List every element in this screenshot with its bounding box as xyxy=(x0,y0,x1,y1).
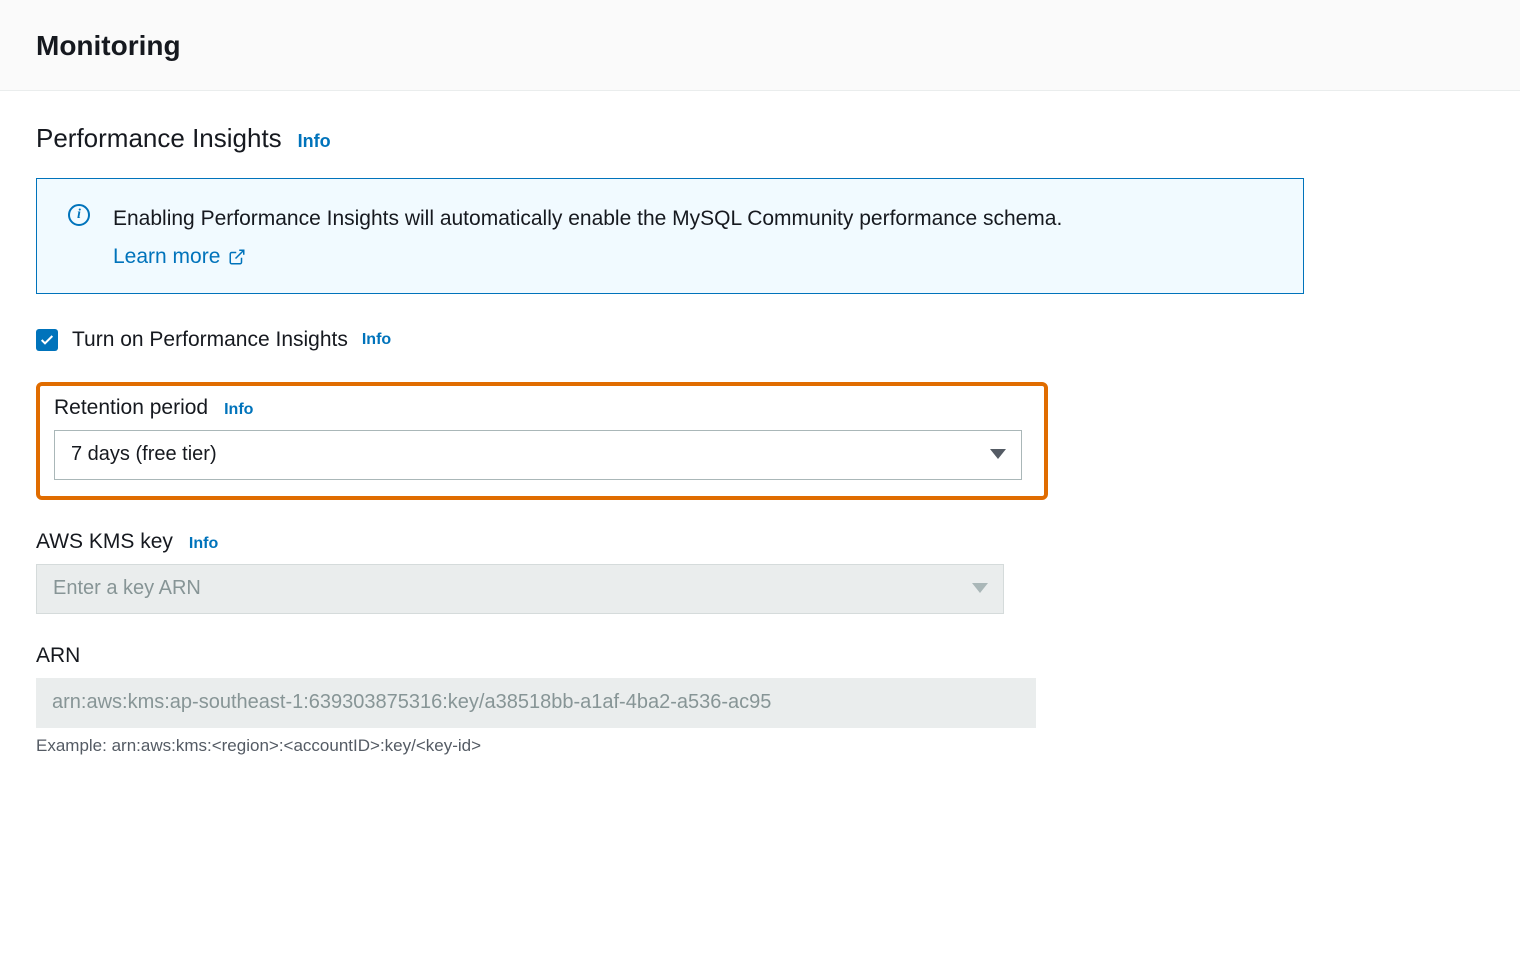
section-title: Performance Insights xyxy=(36,123,282,154)
arn-input[interactable]: arn:aws:kms:ap-southeast-1:639303875316:… xyxy=(36,678,1036,728)
arn-label: ARN xyxy=(36,644,80,668)
kms-select[interactable]: Enter a key ARN xyxy=(36,564,1004,614)
external-link-icon xyxy=(228,248,246,266)
performance-insights-checkbox-row: Turn on Performance Insights Info xyxy=(36,328,1304,352)
section-info-link[interactable]: Info xyxy=(298,131,331,152)
kms-field-group: AWS KMS key Info Enter a key ARN xyxy=(36,530,1036,614)
retention-label-row: Retention period Info xyxy=(54,396,1030,420)
retention-select[interactable]: 7 days (free tier) xyxy=(54,430,1022,480)
retention-select-value: 7 days (free tier) xyxy=(71,443,217,466)
performance-insights-checkbox-label: Turn on Performance Insights xyxy=(72,328,348,352)
section-header: Performance Insights Info xyxy=(36,123,1304,154)
kms-select-placeholder: Enter a key ARN xyxy=(53,577,201,600)
info-icon: i xyxy=(67,203,91,227)
checkbox-info-link[interactable]: Info xyxy=(362,331,391,349)
page-title: Monitoring xyxy=(36,30,1484,62)
arn-field-group: ARN arn:aws:kms:ap-southeast-1:639303875… xyxy=(36,644,1036,756)
checkmark-icon xyxy=(39,332,55,348)
retention-label: Retention period xyxy=(54,396,208,420)
header-bar: Monitoring xyxy=(0,0,1520,91)
kms-label-row: AWS KMS key Info xyxy=(36,530,1036,554)
retention-highlight: Retention period Info 7 days (free tier) xyxy=(36,382,1048,500)
arn-label-row: ARN xyxy=(36,644,1036,668)
info-alert-text: Enabling Performance Insights will autom… xyxy=(113,203,1275,235)
arn-helper-text: Example: arn:aws:kms:<region>:<accountID… xyxy=(36,736,1036,756)
content-area: Performance Insights Info i Enabling Per… xyxy=(0,91,1340,818)
kms-label: AWS KMS key xyxy=(36,530,173,554)
learn-more-label: Learn more xyxy=(113,245,220,269)
info-alert: i Enabling Performance Insights will aut… xyxy=(36,178,1304,294)
kms-info-link[interactable]: Info xyxy=(189,535,218,553)
learn-more-link[interactable]: Learn more xyxy=(113,245,246,269)
arn-value: arn:aws:kms:ap-southeast-1:639303875316:… xyxy=(52,691,771,714)
performance-insights-checkbox[interactable] xyxy=(36,329,58,351)
retention-info-link[interactable]: Info xyxy=(224,401,253,419)
